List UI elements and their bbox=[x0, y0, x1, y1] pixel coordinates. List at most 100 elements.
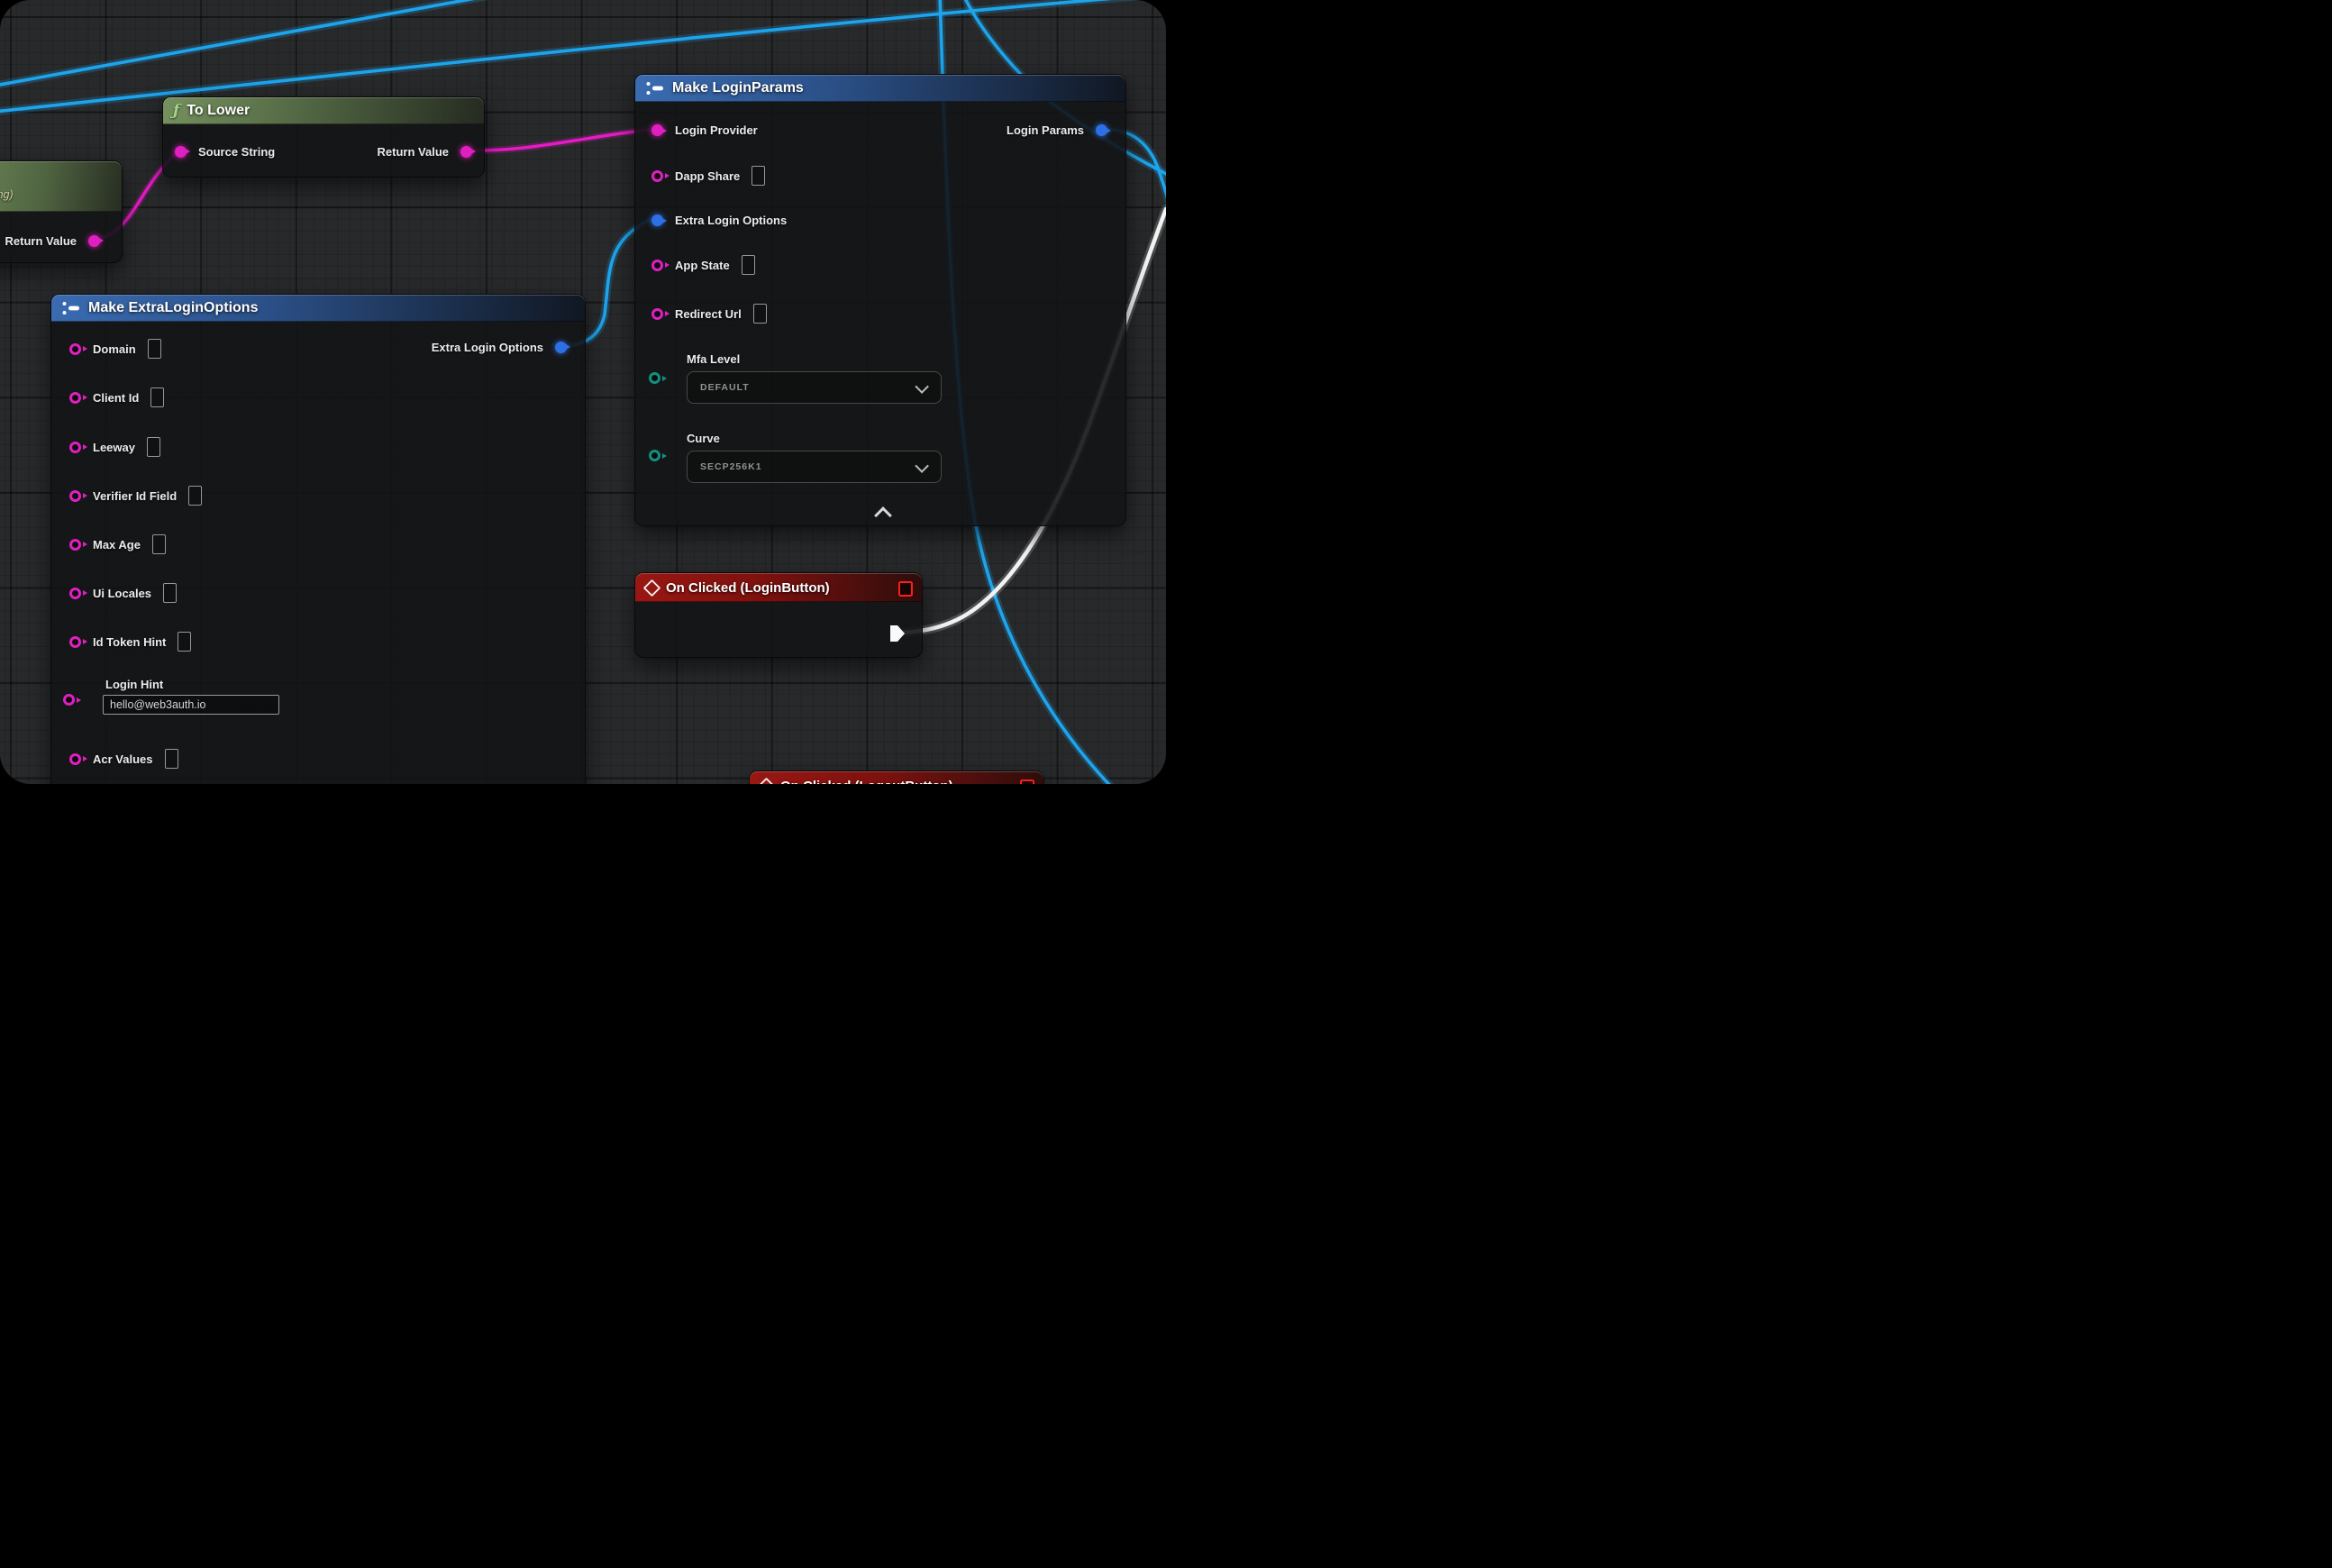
pin-label: Domain bbox=[93, 342, 136, 356]
pin-row-verifier-id-field: Verifier Id Field bbox=[69, 485, 202, 506]
delegate-pin[interactable] bbox=[898, 581, 913, 597]
pin-row-login-provider: Login Provider bbox=[651, 120, 758, 141]
make-struct-icon bbox=[61, 301, 81, 315]
dropdown-value: SECP256K1 bbox=[700, 461, 762, 472]
default-value-box[interactable] bbox=[148, 339, 161, 359]
node-on-clicked-logout-button[interactable]: On Clicked (LogoutButton) bbox=[749, 770, 1044, 784]
pin-row-client-id: Client Id bbox=[69, 387, 164, 408]
pin-label: Source String bbox=[198, 145, 275, 159]
node-make-login-params[interactable]: Make LoginParams Login Provider Login Pa… bbox=[634, 74, 1126, 526]
pin-row-extra-login-options-in: Extra Login Options bbox=[651, 210, 787, 232]
input-pin-curve[interactable] bbox=[649, 450, 660, 461]
node-make-extra-login-options[interactable]: Make ExtraLoginOptions Extra Login Optio… bbox=[50, 294, 586, 784]
collapse-node-button[interactable] bbox=[874, 506, 892, 524]
wire-blue-topleft-glow bbox=[0, 0, 496, 86]
input-pin-max-age[interactable] bbox=[69, 539, 81, 551]
input-pin-app-state[interactable] bbox=[651, 260, 663, 271]
curve-dropdown[interactable]: SECP256K1 bbox=[687, 451, 942, 483]
pin-row-login-params-out: Login Params bbox=[1007, 120, 1107, 141]
default-value-box[interactable] bbox=[165, 749, 178, 769]
default-value-box[interactable] bbox=[178, 632, 191, 652]
pin-label: Leeway bbox=[93, 441, 135, 454]
chevron-down-icon bbox=[915, 459, 929, 473]
pin-label: Id Token Hint bbox=[93, 635, 166, 649]
input-pin-verifier-id-field[interactable] bbox=[69, 490, 81, 502]
node-partial-pure-function[interactable]: tion ox (String) Return Value bbox=[0, 160, 123, 263]
default-value-box[interactable] bbox=[752, 166, 765, 186]
default-value-box[interactable] bbox=[163, 583, 177, 603]
output-pin-extra-login-options[interactable] bbox=[555, 342, 567, 353]
login-hint-field: Login Hint bbox=[103, 678, 279, 715]
node-on-clicked-login-button[interactable]: On Clicked (LoginButton) bbox=[634, 572, 923, 658]
pin-row-source-string: Source String bbox=[175, 141, 275, 162]
node-header[interactable]: Make ExtraLoginOptions bbox=[51, 295, 585, 322]
pin-row-app-state: App State bbox=[651, 254, 755, 276]
pin-label: Login Params bbox=[1007, 123, 1084, 137]
event-diamond-icon bbox=[758, 777, 776, 784]
pin-row-acr-values: Acr Values bbox=[69, 748, 178, 770]
node-title: Make LoginParams bbox=[672, 80, 804, 96]
node-to-lower[interactable]: ƒ To Lower Source String Return Value bbox=[162, 96, 485, 178]
pin-row-extra-login-options-out: Extra Login Options bbox=[432, 336, 567, 358]
pin-label: App State bbox=[675, 259, 730, 272]
node-title: To Lower bbox=[187, 103, 250, 119]
output-pin-return-value[interactable] bbox=[88, 235, 100, 247]
blueprint-graph-canvas[interactable]: tion ox (String) Return Value ƒ To Lower… bbox=[0, 0, 1166, 784]
default-value-box[interactable] bbox=[147, 437, 160, 457]
node-title: On Clicked (LoginButton) bbox=[666, 580, 830, 596]
pin-label: Max Age bbox=[93, 538, 141, 552]
input-pin-extra-login-options[interactable] bbox=[651, 214, 663, 226]
input-pin-source-string[interactable] bbox=[175, 146, 187, 158]
default-value-box[interactable] bbox=[742, 255, 755, 275]
default-value-box[interactable] bbox=[753, 304, 767, 324]
function-icon: ƒ bbox=[173, 104, 179, 119]
node-header[interactable]: On Clicked (LoginButton) bbox=[635, 573, 922, 602]
pin-label: Extra Login Options bbox=[432, 341, 543, 354]
pin-label-mfa-level: Mfa Level bbox=[687, 352, 740, 366]
node-title: On Clicked (LogoutButton) bbox=[780, 779, 953, 785]
pin-label: Return Value bbox=[378, 145, 449, 159]
input-pin-login-hint[interactable] bbox=[63, 694, 75, 706]
input-pin-dapp-share[interactable] bbox=[651, 170, 663, 182]
pin-row-domain: Domain bbox=[69, 338, 161, 360]
pin-row-max-age: Max Age bbox=[69, 533, 166, 555]
pin-label: Verifier Id Field bbox=[93, 489, 177, 503]
pin-row-ui-locales: Ui Locales bbox=[69, 582, 177, 604]
pin-label: Login Hint bbox=[105, 678, 279, 691]
exec-output-pin[interactable] bbox=[890, 625, 905, 642]
input-pin-mfa-level[interactable] bbox=[649, 372, 660, 384]
input-pin-client-id[interactable] bbox=[69, 392, 81, 404]
output-pin-return-value[interactable] bbox=[460, 146, 472, 158]
input-pin-leeway[interactable] bbox=[69, 442, 81, 453]
default-value-box[interactable] bbox=[152, 534, 166, 554]
event-diamond-icon bbox=[643, 579, 661, 597]
delegate-pin[interactable] bbox=[1020, 779, 1034, 784]
default-value-box[interactable] bbox=[188, 486, 202, 506]
input-pin-ui-locales[interactable] bbox=[69, 588, 81, 599]
node-subtitle-fragment: ox (String) bbox=[0, 188, 14, 201]
node-header[interactable]: Make LoginParams bbox=[635, 75, 1125, 102]
pin-label: Login Provider bbox=[675, 123, 758, 137]
default-value-box[interactable] bbox=[150, 387, 164, 407]
pin-label: Ui Locales bbox=[93, 587, 151, 600]
input-pin-login-provider[interactable] bbox=[651, 124, 663, 136]
pin-label: Dapp Share bbox=[675, 169, 740, 183]
input-pin-domain[interactable] bbox=[69, 343, 81, 355]
dropdown-value: DEFAULT bbox=[700, 382, 750, 393]
node-header[interactable]: ƒ To Lower bbox=[163, 97, 484, 124]
node-header[interactable]: On Clicked (LogoutButton) bbox=[750, 771, 1043, 784]
output-pin-login-params[interactable] bbox=[1096, 124, 1107, 136]
pin-label: Redirect Url bbox=[675, 307, 742, 321]
node-header[interactable]: tion ox (String) bbox=[0, 161, 122, 212]
make-struct-icon bbox=[645, 81, 665, 96]
pin-label: Extra Login Options bbox=[675, 214, 787, 227]
input-pin-redirect-url[interactable] bbox=[651, 308, 663, 320]
input-pin-id-token-hint[interactable] bbox=[69, 636, 81, 648]
login-hint-input[interactable] bbox=[103, 695, 279, 715]
pin-row-return-value: Return Value bbox=[5, 230, 100, 251]
pin-label: Client Id bbox=[93, 391, 139, 405]
pin-row-return-value: Return Value bbox=[378, 141, 472, 162]
mfa-level-dropdown[interactable]: DEFAULT bbox=[687, 371, 942, 404]
node-title: Make ExtraLoginOptions bbox=[88, 300, 258, 316]
input-pin-acr-values[interactable] bbox=[69, 753, 81, 765]
